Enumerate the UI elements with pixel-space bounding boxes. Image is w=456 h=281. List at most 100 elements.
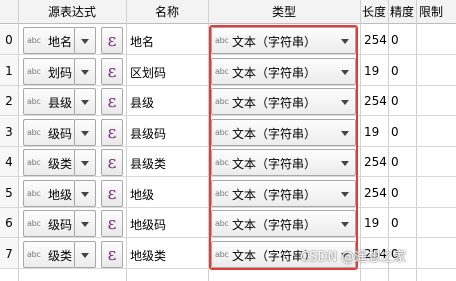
source-dropdown-button[interactable] — [74, 180, 96, 207]
field-type-value: 文本（字符串） — [232, 96, 317, 110]
epsilon-icon: ε — [107, 183, 117, 204]
field-length[interactable]: 254 — [364, 155, 387, 169]
epsilon-icon: ε — [107, 244, 117, 265]
field-length[interactable]: 19 — [364, 64, 379, 78]
string-type-icon: abc — [215, 219, 229, 228]
string-type-icon: abc — [215, 67, 229, 76]
source-expression-combo[interactable]: abc 县级 — [23, 88, 75, 115]
field-length[interactable]: 254 — [364, 33, 387, 47]
source-dropdown-button[interactable] — [74, 149, 96, 176]
expression-builder-button[interactable]: ε — [101, 149, 123, 176]
source-dropdown-button[interactable] — [74, 210, 96, 237]
field-type-value: 文本（字符串） — [232, 66, 317, 80]
field-name[interactable]: 地级类 — [130, 247, 166, 264]
epsilon-icon: ε — [107, 91, 117, 112]
row-number: 7 — [0, 239, 18, 268]
string-type-icon: abc — [27, 36, 41, 45]
source-expression-combo[interactable]: abc 划码 — [23, 58, 75, 85]
row-divider — [0, 237, 456, 238]
string-type-icon: abc — [215, 250, 229, 259]
header-limit[interactable]: 限制 — [416, 0, 456, 24]
row-number: 6 — [0, 208, 18, 237]
string-type-icon: abc — [27, 189, 41, 198]
string-type-icon: abc — [215, 97, 229, 106]
source-dropdown-button[interactable] — [74, 119, 96, 146]
expression-builder-button[interactable]: ε — [101, 210, 123, 237]
source-expression-combo[interactable]: abc 地级 — [23, 180, 75, 207]
chevron-down-icon — [81, 70, 89, 75]
chevron-down-icon — [81, 253, 89, 258]
field-length[interactable]: 19 — [364, 216, 379, 230]
field-precision[interactable]: 0 — [391, 216, 399, 230]
field-type-combo[interactable]: abc 文本（字符串） — [211, 119, 356, 146]
source-expression-combo[interactable]: abc 级码 — [23, 119, 75, 146]
string-type-icon: abc — [215, 158, 229, 167]
source-expression-combo[interactable]: abc 级类 — [23, 149, 75, 176]
field-type-combo[interactable]: abc 文本（字符串） — [211, 149, 356, 176]
expression-builder-button[interactable]: ε — [101, 241, 123, 268]
epsilon-icon: ε — [107, 122, 117, 143]
source-dropdown-button[interactable] — [74, 241, 96, 268]
epsilon-icon: ε — [107, 61, 117, 82]
field-name[interactable]: 地名 — [130, 33, 154, 50]
source-expression-combo[interactable]: abc 级码 — [23, 210, 75, 237]
string-type-icon: abc — [27, 67, 41, 76]
row-number: 0 — [0, 25, 18, 54]
source-dropdown-button[interactable] — [74, 88, 96, 115]
chevron-down-icon — [81, 161, 89, 166]
field-name[interactable]: 地级 — [130, 186, 154, 203]
field-type-combo[interactable]: abc 文本（字符串） — [211, 88, 356, 115]
chevron-down-icon — [81, 100, 89, 105]
field-type-value: 文本（字符串） — [232, 188, 317, 202]
field-name[interactable]: 县级码 — [130, 125, 166, 142]
field-name[interactable]: 区划码 — [130, 64, 166, 81]
field-type-combo[interactable]: abc 文本（字符串） — [211, 210, 356, 237]
header-precision[interactable]: 精度 — [388, 0, 416, 24]
row-divider — [0, 176, 456, 177]
source-expression-combo[interactable]: abc 地名 — [23, 27, 75, 54]
field-length[interactable]: 19 — [364, 125, 379, 139]
field-type-combo[interactable]: abc 文本（字符串） — [211, 27, 356, 54]
field-type-combo[interactable]: abc 文本（字符串） — [211, 180, 356, 207]
chevron-down-icon — [341, 100, 349, 105]
chevron-down-icon — [81, 192, 89, 197]
expression-builder-button[interactable]: ε — [101, 27, 123, 54]
field-type-value: 文本（字符串） — [232, 157, 317, 171]
expression-builder-button[interactable]: ε — [101, 88, 123, 115]
expression-builder-button[interactable]: ε — [101, 180, 123, 207]
string-type-icon: abc — [215, 189, 229, 198]
row-number: 3 — [0, 117, 18, 146]
field-precision[interactable]: 0 — [391, 125, 399, 139]
chevron-down-icon — [341, 222, 349, 227]
header-type[interactable]: 类型 — [208, 0, 360, 24]
field-length[interactable]: 254 — [364, 186, 387, 200]
string-type-icon: abc — [27, 158, 41, 167]
source-expression-value: 级码 — [48, 127, 73, 141]
row-number: 1 — [0, 56, 18, 85]
field-name[interactable]: 县级类 — [130, 155, 166, 172]
source-expression-value: 级码 — [48, 218, 73, 232]
field-precision[interactable]: 0 — [391, 33, 399, 47]
expression-builder-button[interactable]: ε — [101, 119, 123, 146]
field-type-combo[interactable]: abc 文本（字符串） — [211, 58, 356, 85]
header-name[interactable]: 名称 — [126, 0, 208, 24]
chevron-down-icon — [341, 39, 349, 44]
source-dropdown-button[interactable] — [74, 27, 96, 54]
source-dropdown-button[interactable] — [74, 58, 96, 85]
field-precision[interactable]: 0 — [391, 155, 399, 169]
string-type-icon: abc — [27, 97, 41, 106]
field-length[interactable]: 254 — [364, 94, 387, 108]
field-type-value: 文本（字符串） — [232, 35, 317, 49]
field-name[interactable]: 县级 — [130, 94, 154, 111]
field-precision[interactable]: 0 — [391, 94, 399, 108]
field-precision[interactable]: 0 — [391, 186, 399, 200]
source-expression-combo[interactable]: abc 级类 — [23, 241, 75, 268]
header-source-expr[interactable]: 源表达式 — [18, 0, 126, 24]
header-length[interactable]: 长度 — [360, 0, 388, 24]
field-name[interactable]: 地级码 — [130, 216, 166, 233]
field-precision[interactable]: 0 — [391, 64, 399, 78]
expression-builder-button[interactable]: ε — [101, 58, 123, 85]
row-divider — [0, 85, 456, 86]
row-number: 2 — [0, 86, 18, 115]
chevron-down-icon — [341, 161, 349, 166]
